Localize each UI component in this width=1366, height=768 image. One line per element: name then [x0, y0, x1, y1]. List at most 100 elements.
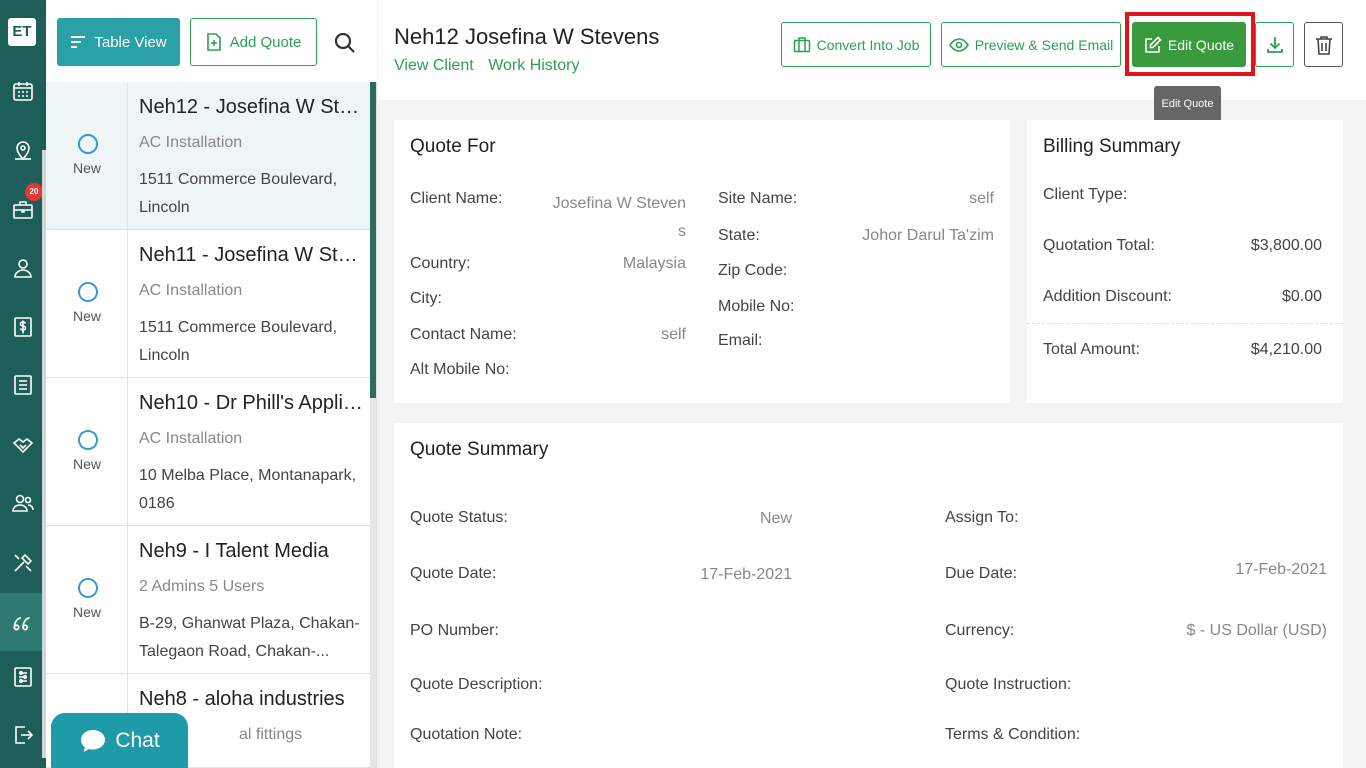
quote-list-item[interactable]: New Neh11 - Josefina W Stevens AC Instal… — [46, 230, 370, 378]
tools-icon[interactable] — [8, 548, 38, 578]
chat-label: Chat — [115, 728, 160, 752]
alt-mobile-label: Alt Mobile No: — [410, 361, 510, 378]
quote-subtitle: al fittings — [239, 726, 303, 743]
client-type-label: Client Type: — [1043, 186, 1128, 203]
logout-icon[interactable] — [8, 720, 38, 750]
preview-send-email-label: Preview & Send Email — [974, 36, 1114, 53]
dollar-icon[interactable] — [8, 312, 38, 342]
status-circle-icon — [78, 578, 98, 598]
quote-subtitle: AC Installation — [139, 134, 243, 151]
list-toolbar: Table View Add Quote — [46, 0, 377, 82]
site-name-label: Site Name: — [718, 190, 798, 207]
header-links: View Client Work History — [394, 57, 589, 75]
map-pin-icon[interactable] — [8, 135, 38, 165]
search-icon[interactable] — [330, 28, 360, 58]
work-history-link[interactable]: Work History — [488, 57, 579, 74]
briefcase-icon — [793, 36, 810, 52]
edit-quote-highlight — [1125, 12, 1255, 76]
quote-title: Neh12 - Josefina W Stevens — [139, 96, 364, 118]
quote-address: 10 Melba Place, Montanapark, 0186 — [139, 467, 357, 512]
quote-title: Neh9 - I Talent Media — [139, 540, 329, 562]
menu-lines-icon — [71, 36, 86, 48]
due-date-value: 17-Feb-2021 — [1235, 561, 1327, 578]
currency-value: $ - US Dollar (USD) — [1186, 622, 1327, 639]
quote-address: B-29, Ghanwat Plaza, Chakan-Talegaon Roa… — [139, 615, 360, 660]
view-client-link[interactable]: View Client — [394, 57, 474, 74]
quote-list-item[interactable]: New Neh10 - Dr Phill's Appliances AC Ins… — [46, 378, 370, 526]
handshake-icon[interactable] — [8, 430, 38, 460]
status-circle-icon — [78, 430, 98, 450]
table-view-button[interactable]: Table View — [57, 18, 180, 66]
user-icon[interactable] — [8, 253, 38, 283]
contact-name-label: Contact Name: — [410, 326, 517, 343]
quote-subtitle: AC Installation — [139, 430, 243, 447]
quotation-total-label: Quotation Total: — [1043, 237, 1155, 254]
quote-detail: Neh12 Josefina W Stevens View Client Wor… — [378, 0, 1366, 768]
quote-icon[interactable] — [0, 593, 46, 651]
quote-status: New — [72, 604, 101, 620]
billing-summary-heading: Billing Summary — [1043, 136, 1181, 157]
quote-status: New — [72, 308, 101, 324]
assign-to-label: Assign To: — [945, 509, 1019, 526]
table-view-label: Table View — [94, 33, 167, 51]
total-amount-label: Total Amount: — [1043, 341, 1140, 358]
billing-divider — [1027, 323, 1343, 324]
add-quote-label: Add Quote — [229, 33, 302, 51]
addition-discount-label: Addition Discount: — [1043, 288, 1172, 305]
quote-list-item[interactable]: New Neh9 - I Talent Media 2 Admins 5 Use… — [46, 526, 370, 674]
country-label: Country: — [410, 255, 471, 272]
quote-for-card: Quote For Client Name: Josefina W Steven… — [394, 120, 1010, 403]
total-amount-value: $4,210.00 — [1250, 341, 1322, 358]
quote-list-panel: Table View Add Quote New Neh12 - Josefin… — [46, 0, 377, 768]
contact-name-value: self — [661, 326, 686, 343]
convert-into-job-button[interactable]: Convert Into Job — [781, 22, 931, 67]
calendar-icon[interactable] — [8, 76, 38, 106]
trash-icon[interactable] — [1304, 22, 1343, 67]
country-value: Malaysia — [622, 255, 686, 272]
quote-date-label: Quote Date: — [410, 565, 497, 582]
status-circle-icon — [78, 282, 98, 302]
quote-list-item[interactable]: New Neh12 - Josefina W Stevens AC Instal… — [46, 82, 370, 230]
quote-title: Neh11 - Josefina W Stevens — [139, 244, 364, 266]
currency-label: Currency: — [945, 622, 1015, 639]
quote-subtitle: 2 Admins 5 Users — [139, 578, 265, 595]
quote-status-cell: New — [46, 378, 128, 525]
preview-send-email-button[interactable]: Preview & Send Email — [941, 22, 1121, 67]
quote-address: 1511 Commerce Boulevard, Lincoln — [139, 171, 338, 216]
quote-status-label: Quote Status: — [410, 509, 508, 526]
quote-title: Neh8 - aloha industries — [139, 688, 345, 710]
city-label: City: — [410, 290, 442, 307]
eye-icon — [948, 37, 969, 52]
chat-bubble-icon — [81, 729, 106, 752]
mobile-label: Mobile No: — [718, 298, 795, 315]
state-label: State: — [718, 227, 760, 244]
download-icon[interactable] — [1255, 22, 1294, 67]
list-icon[interactable] — [8, 370, 38, 400]
app-logo[interactable]: ET — [8, 18, 36, 46]
jobs-count-badge: 20 — [25, 183, 43, 201]
terms-condition-label: Terms & Condition: — [945, 726, 1081, 743]
quotation-note-label: Quotation Note: — [410, 726, 523, 743]
billing-summary-card: Billing Summary Client Type: Quotation T… — [1027, 120, 1343, 403]
quote-summary-card: Quote Summary Quote Status: New Quote Da… — [394, 423, 1343, 768]
users-icon[interactable] — [8, 488, 38, 518]
list-scrollbar-thumb[interactable] — [370, 82, 376, 398]
due-date-label: Due Date: — [945, 565, 1018, 582]
quote-subtitle: AC Installation — [139, 282, 243, 299]
add-document-icon — [206, 33, 221, 51]
client-name-value: Josefina W Steven s — [552, 195, 686, 240]
icon-rail: ET 20 — [0, 0, 46, 768]
addition-discount-value: $0.00 — [1281, 288, 1322, 305]
quote-address: 1511 Commerce Boulevard, Lincoln — [139, 319, 338, 364]
quote-status-cell: New — [46, 526, 128, 673]
quote-date-value: 17-Feb-2021 — [700, 566, 792, 583]
quote-status-cell: New — [46, 82, 128, 229]
quote-title: Neh10 - Dr Phill's Appliances — [139, 392, 364, 414]
chat-button[interactable]: Chat — [51, 713, 188, 768]
quote-for-heading: Quote For — [410, 136, 496, 157]
settings-icon[interactable] — [8, 662, 38, 692]
quote-status-value: New — [759, 510, 792, 527]
convert-into-job-label: Convert Into Job — [816, 36, 920, 53]
add-quote-button[interactable]: Add Quote — [190, 18, 317, 66]
quotation-total-value: $3,800.00 — [1250, 237, 1322, 254]
